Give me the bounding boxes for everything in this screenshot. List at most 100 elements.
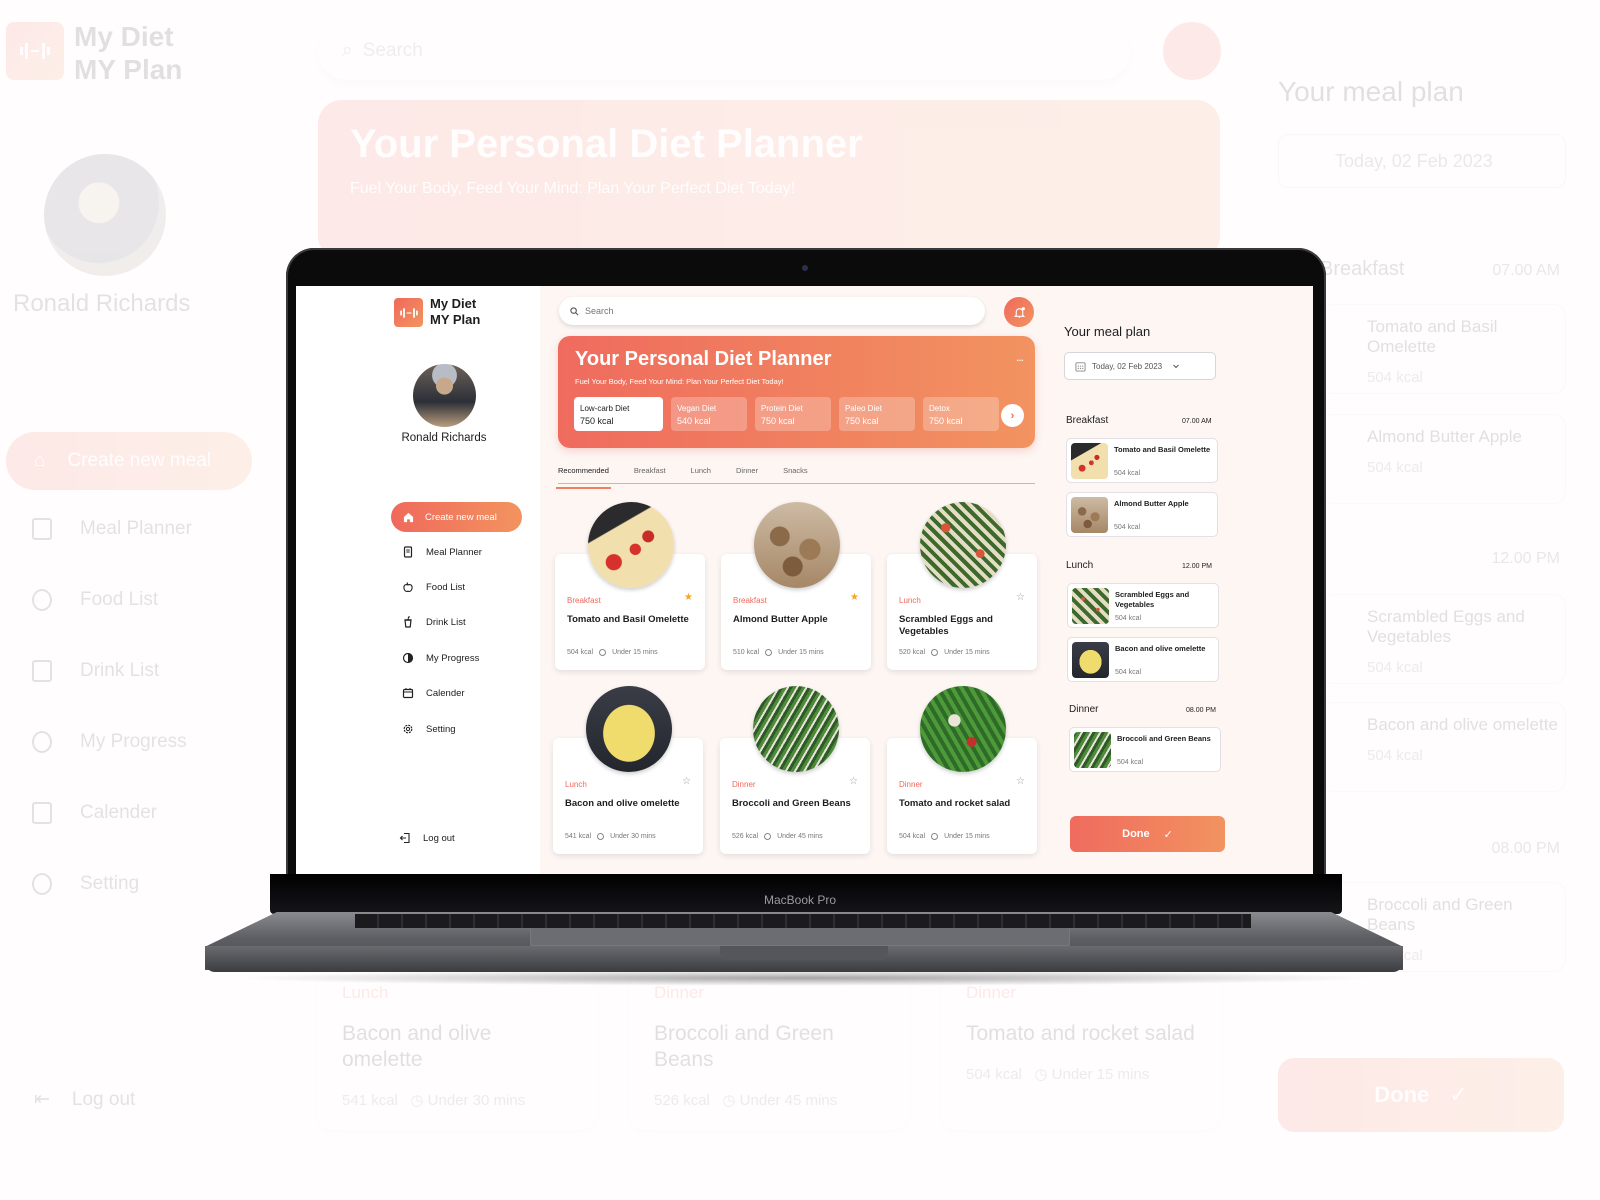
bg-plan-card: Almond Butter Apple 504 kcal [1320,414,1566,504]
meal-meta: 504 kcal Under 15 mins [567,649,658,656]
sidebar-item-my-progress[interactable]: My Progress [402,652,479,664]
sidebar-item-meal-planner[interactable]: Meal Planner [402,546,482,558]
bg-done-button: Done ✓ [1278,1058,1564,1132]
bg-nav-my-progress: My Progress [32,731,187,753]
meal-image [586,686,672,772]
tab-breakfast[interactable]: Breakfast [634,464,666,483]
bg-nav-setting: Setting [32,873,139,895]
bg-hero-title: Your Personal Diet Planner [350,122,863,166]
bg-nav-food-list: Food List [32,589,158,611]
diet-option-detox[interactable]: Detox 750 kcal [923,397,999,431]
sidebar-item-food-list[interactable]: Food List [402,581,465,593]
clock-icon [599,649,607,656]
calendar-icon [402,688,414,699]
tab-snacks[interactable]: Snacks [783,464,808,483]
laptop-brand-label: MacBook Pro [763,893,837,907]
star-filled-icon[interactable]: ★ [850,592,859,603]
diet-options: Low-carb Diet 750 kcal Vegan Diet 540 kcal… [574,397,999,431]
star-outline-icon[interactable]: ☆ [849,776,858,787]
diet-option-vegan[interactable]: Vegan Diet 540 kcal [671,397,747,431]
calendar-icon [1075,361,1086,372]
meal-card[interactable]: Breakfast ★ Almond Butter Apple 510 kcal… [721,502,871,670]
more-options-icon[interactable]: ... [1016,350,1024,364]
sidebar-item-setting[interactable]: Setting [402,723,456,735]
meal-plan-title: Your meal plan [1064,324,1151,339]
logo-dumbbell-icon [394,298,423,327]
done-button[interactable]: Done ✓ [1070,816,1225,852]
search-input[interactable] [585,306,965,316]
meal-name: Tomato and rocket salad [899,798,1011,809]
tab-lunch[interactable]: Lunch [691,464,711,483]
user-name: Ronald Richards [401,432,487,444]
sidebar-item-drink-list[interactable]: Drink List [402,616,466,628]
user-avatar[interactable] [413,364,476,427]
meal-name: Almond Butter Apple [733,614,828,625]
plan-item[interactable]: Bacon and olive omelette 504 kcal [1067,637,1219,682]
bg-time-dinner: 08.00 PM [1491,840,1560,857]
meal-plan-panel: Your meal plan Today, 02 Feb 2023 Breakf… [1046,286,1313,874]
meal-category: Dinner [899,780,923,789]
bg-meal-card: Dinner Tomato and rocket salad 504 kcal ◷ … [942,965,1220,1130]
bg-avatar [44,154,166,276]
webcam-icon [802,265,808,271]
plan-item[interactable]: Tomato and Basil Omelette 504 kcal [1066,438,1218,483]
meal-card[interactable]: Lunch ☆ Bacon and olive omelette 541 kca… [553,686,703,854]
create-new-meal-button[interactable]: Create new meal [391,502,522,532]
tab-recommended[interactable]: Recommended [556,464,611,489]
meal-card[interactable]: Lunch ☆ Scrambled Eggs and Vegetables 52… [887,502,1037,670]
date-picker[interactable]: Today, 02 Feb 2023 [1064,352,1216,380]
bg-bell-icon [1163,22,1221,80]
bg-logo-text: My Diet MY Plan [74,21,183,85]
apple-icon [403,582,413,593]
tab-dinner[interactable]: Dinner [736,464,758,483]
sidebar: My Diet MY Plan Ronald Richards Create n… [296,286,540,874]
plan-item-image [1071,497,1108,533]
meal-image [753,686,839,772]
bg-search-bar: ⌕ Search [318,22,1130,80]
diet-option-low-carb[interactable]: Low-carb Diet 750 kcal [574,397,663,431]
plan-item[interactable]: Broccoli and Green Beans 504 kcal [1069,727,1221,772]
clock-icon [597,833,605,840]
next-arrow-button[interactable]: › [1001,404,1024,427]
app-screen: My Diet MY Plan Ronald Richards Create n… [296,286,1313,874]
check-icon: ✓ [1163,828,1173,841]
diet-option-protein[interactable]: Protein Diet 750 kcal [755,397,831,431]
gear-icon [32,873,52,895]
bg-time-breakfast: 07.00 AM [1492,262,1560,279]
star-outline-icon[interactable]: ☆ [1016,592,1025,603]
search-bar[interactable] [559,297,985,325]
plan-item[interactable]: Almond Butter Apple 504 kcal [1066,492,1218,537]
bg-plan-card: Bacon and olive omelette 504 kcal [1320,702,1566,792]
bg-date-picker: Today, 02 Feb 2023 [1278,134,1566,188]
meal-card[interactable]: Dinner ☆ Broccoli and Green Beans 526 kc… [720,686,870,854]
logout-icon: ⇤ [34,1089,50,1110]
meal-meta: 520 kcal Under 15 mins [899,649,990,656]
meal-card[interactable]: Breakfast ★ Tomato and Basil Omelette 50… [555,502,705,670]
chevron-down-icon [1173,364,1179,369]
star-outline-icon[interactable]: ☆ [1016,776,1025,787]
logout-button[interactable]: Log out [399,832,455,844]
section-dinner-time: 08.00 PM [1186,707,1216,714]
clock-icon [931,833,939,840]
star-filled-icon[interactable]: ★ [684,592,693,603]
bg-meal-card: Dinner Broccoli and Green Beans 526 kcal ◷… [630,965,908,1130]
bg-time-lunch: 12.00 PM [1491,550,1560,567]
diet-option-paleo[interactable]: Paleo Diet 750 kcal [839,397,915,431]
notification-button[interactable] [1004,297,1034,327]
plan-item[interactable]: Scrambled Eggs and Vegetables 504 kcal [1067,583,1219,628]
calendar-icon [32,802,52,824]
meal-image [588,502,674,588]
search-icon: ⌕ [342,40,353,61]
sidebar-item-calender[interactable]: Calender [402,687,465,699]
bg-meal-plan-title: Your meal plan [1278,76,1464,107]
logout-icon [399,832,410,844]
meal-meta: 541 kcal Under 30 mins [565,833,656,840]
section-breakfast-time: 07.00 AM [1182,418,1212,425]
meal-meta: 510 kcal Under 15 mins [733,649,824,656]
app-logo-text: My Diet MY Plan [430,296,481,327]
bg-nav-drink-list: Drink List [32,660,159,682]
star-outline-icon[interactable]: ☆ [682,776,691,787]
meal-card[interactable]: Dinner ☆ Tomato and rocket salad 504 kca… [887,686,1037,854]
bg-user-name: Ronald Richards [13,290,191,317]
meal-image [920,502,1006,588]
